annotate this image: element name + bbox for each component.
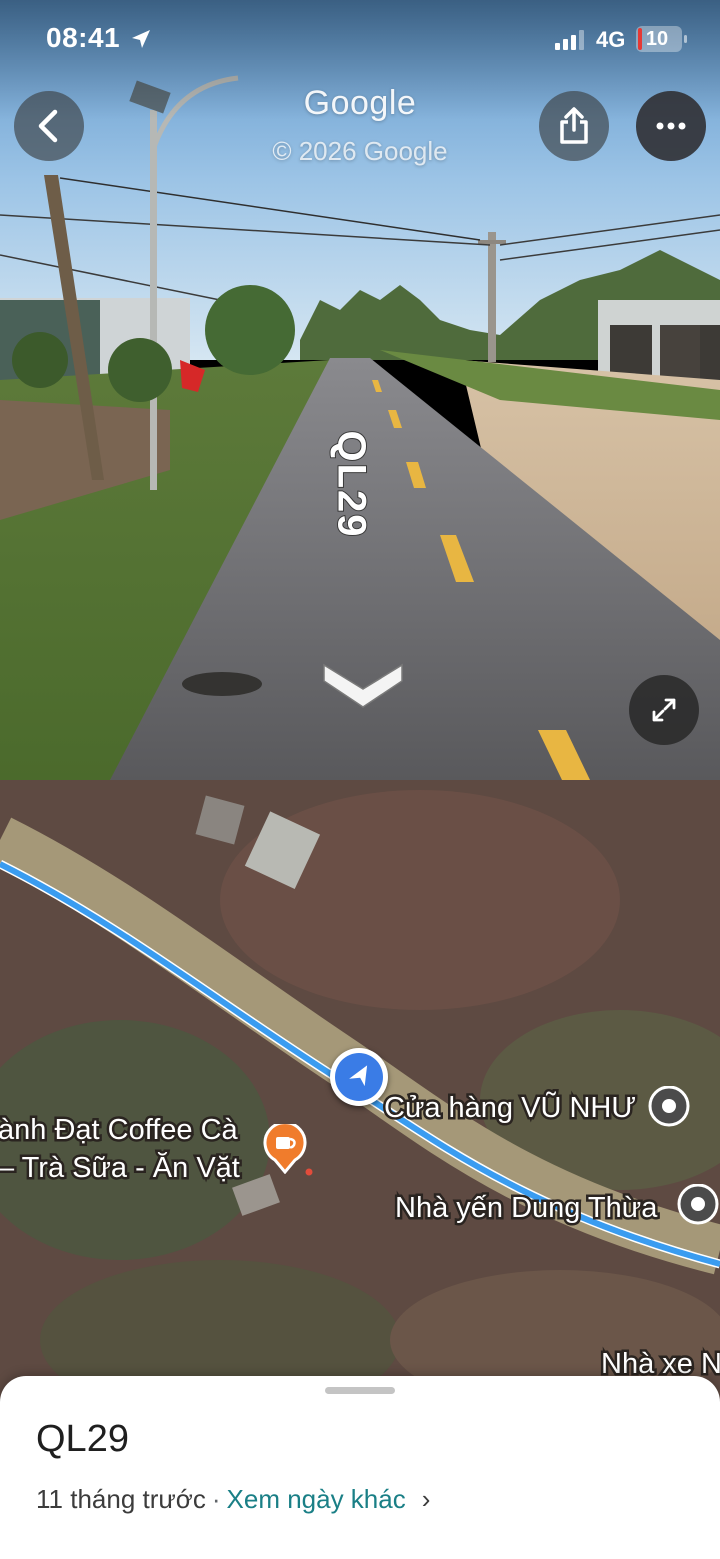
location-arrow-icon — [132, 30, 150, 48]
coffee-pin-icon[interactable] — [263, 1124, 307, 1174]
back-button[interactable] — [14, 91, 84, 161]
sheet-drag-handle[interactable] — [325, 1387, 395, 1394]
expand-icon — [652, 698, 676, 722]
current-location-marker — [330, 1048, 388, 1106]
satellite-map[interactable]: Cửa hàng VŨ NHƯ ành Đạt Coffee Cà – Trà … — [0, 780, 720, 1400]
share-button[interactable] — [539, 91, 609, 161]
more-horizontal-icon — [656, 122, 686, 130]
separator-dot: · — [211, 1484, 221, 1514]
copyright-text: © 2026 Google — [272, 136, 448, 166]
bottom-sheet[interactable]: QL29 11 tháng trước · Xem ngày khác › — [0, 1376, 720, 1559]
cellular-signal-icon — [555, 30, 584, 50]
status-time: 08:41 — [46, 22, 121, 53]
capture-age: 11 tháng trước — [36, 1484, 206, 1514]
google-brand: Google — [303, 84, 417, 122]
place-pin-icon[interactable] — [677, 1184, 719, 1228]
network-type: 4G — [596, 27, 626, 52]
road-label: QL29 — [329, 429, 375, 539]
chevron-left-icon — [38, 109, 58, 143]
chevron-down-icon[interactable] — [320, 655, 406, 709]
status-bar: 08:41 4G 10 — [0, 0, 720, 80]
capture-date-row: 11 tháng trước · Xem ngày khác › — [36, 1484, 430, 1515]
share-icon — [560, 107, 588, 144]
see-other-dates-link[interactable]: Xem ngày khác — [227, 1484, 406, 1515]
chevron-right-icon[interactable]: › — [422, 1484, 431, 1515]
poi-label-coffee-line-1[interactable]: ành Đạt Coffee Cà — [0, 1112, 240, 1149]
navigation-arrow-icon — [349, 1065, 368, 1087]
battery-level: 10 — [645, 28, 669, 50]
poi-label-bird-nest[interactable]: Nhà yến Dung Thừa — [392, 1190, 659, 1227]
location-title: QL29 — [36, 1418, 129, 1460]
battery-nub — [684, 35, 687, 43]
poi-label-coffee-line-2[interactable]: – Trà Sữa - Ăn Vặt — [0, 1150, 242, 1187]
more-options-button[interactable] — [636, 91, 706, 161]
place-pin-icon[interactable] — [648, 1086, 690, 1130]
street-view-panorama[interactable]: 08:41 4G 10 Google © 2026 Google QL29 — [0, 0, 720, 780]
expand-button[interactable] — [629, 675, 699, 745]
poi-dot-icon — [305, 1168, 313, 1176]
battery-indicator: 10 — [636, 26, 687, 52]
poi-label-store[interactable]: Cửa hàng VŨ NHƯ — [381, 1090, 638, 1127]
